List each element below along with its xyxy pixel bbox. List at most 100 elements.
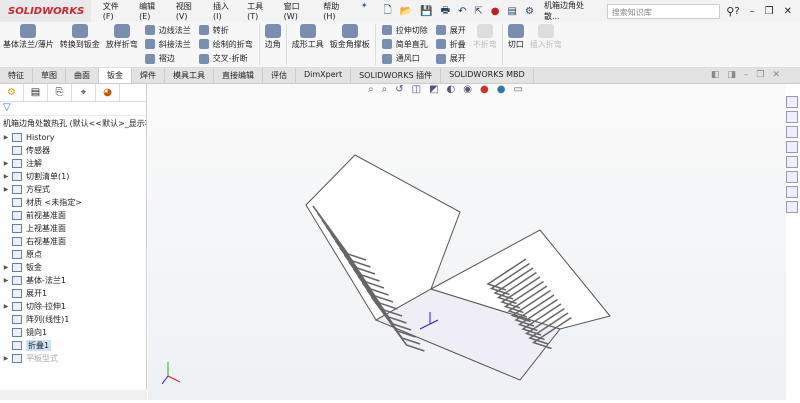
zoom-to-fit-icon[interactable]: ⌕ (368, 84, 374, 95)
tree-item[interactable]: ▶ History (0, 131, 146, 144)
appearances-icon[interactable] (786, 171, 798, 183)
tree-item[interactable]: 前视基准面 (0, 209, 146, 222)
horizontal-scrollbar[interactable] (0, 390, 147, 400)
file-explorer-icon[interactable] (786, 141, 798, 153)
tab-6[interactable]: 直接编辑 (214, 68, 263, 83)
previous-view-icon[interactable]: ↺ (395, 84, 403, 95)
base-flange-button[interactable]: 基体法兰/薄片 (0, 22, 57, 67)
expand-arrow-icon[interactable]: ▶ (0, 160, 12, 167)
jog-button[interactable]: 转折 (198, 24, 253, 36)
forming-tool-button[interactable]: 成形工具 (289, 22, 327, 67)
tab-7[interactable]: 评估 (263, 68, 296, 83)
expand-arrow-icon[interactable]: ▶ (0, 277, 12, 284)
tab-0[interactable]: 特征 (0, 68, 33, 83)
home-icon[interactable] (786, 96, 798, 108)
print-icon[interactable]: 🖶 (441, 3, 450, 20)
dimxpert-manager-tab-icon[interactable]: ⌖ (72, 84, 96, 101)
menu-tools[interactable]: 工具(T) (247, 1, 274, 21)
expand-arrow-icon[interactable]: ▶ (0, 173, 12, 180)
viewport-icon[interactable]: ◨ (727, 70, 736, 80)
scene-icon[interactable]: ● (497, 84, 506, 95)
tree-item[interactable]: ▶ 平板型式 (0, 352, 146, 365)
part-model[interactable] (148, 84, 786, 400)
close-icon[interactable]: ✕ (784, 6, 792, 17)
undo-icon[interactable]: ↶ (458, 6, 466, 17)
section-view-icon[interactable]: ◫ (412, 84, 421, 95)
tree-item[interactable]: ▶ 基体-法兰1 (0, 274, 146, 287)
insert-bends-button[interactable]: 插入折弯 (527, 22, 565, 67)
save-icon[interactable]: 💾 (420, 6, 432, 17)
convert-to-sheet-metal-button[interactable]: 转换到钣金 (57, 22, 103, 67)
tree-item[interactable]: 阵列(线性)1 (0, 313, 146, 326)
expand-arrow-icon[interactable]: ▶ (0, 264, 12, 271)
restore-icon[interactable]: ❐ (765, 6, 774, 17)
sketched-bend-button[interactable]: 绘制的折弯 (198, 38, 253, 50)
rip-button[interactable]: 切口 (505, 22, 527, 67)
display-style-icon[interactable]: ◐ (447, 84, 456, 95)
flatten-button[interactable]: 展开 (435, 53, 466, 65)
tab-1[interactable]: 草图 (33, 68, 66, 83)
tree-root-part[interactable]: 机箱边角处散热孔 (默认<<默认>_显示状 (0, 116, 146, 131)
expand-arrow-icon[interactable]: ▶ (0, 303, 12, 310)
menu-file[interactable]: 文件(F) (103, 1, 129, 21)
zoom-area-icon[interactable]: ⌕ (382, 84, 388, 95)
menu-insert[interactable]: 插入(I) (213, 1, 237, 21)
unfold-button[interactable]: 展开 (435, 24, 466, 36)
tree-item[interactable]: 原点 (0, 248, 146, 261)
options-gear-icon[interactable]: ⚙ (525, 6, 534, 17)
tab-9[interactable]: SOLIDWORKS 插件 (351, 68, 442, 83)
view-orientation-icon[interactable]: ◩ (429, 84, 438, 95)
view-palette-icon[interactable] (786, 156, 798, 168)
menu-help[interactable]: 帮助(H) (323, 1, 351, 21)
graphics-area[interactable]: ◧ ◨ – ❐ ✕ ⌕ ⌕ ↺ ◫ ◩ ◐ ◉ ● ● ▭ (148, 70, 786, 400)
tree-item[interactable]: 上视基准面 (0, 222, 146, 235)
fold-button[interactable]: 折叠 (435, 38, 466, 50)
tree-item[interactable]: ▶ 钣金 (0, 261, 146, 274)
select-icon[interactable]: ⇱ (474, 6, 482, 17)
tab-3[interactable]: 钣金 (99, 68, 132, 83)
restore-icon[interactable]: ❐ (756, 70, 764, 80)
viewport-icon[interactable]: ◧ (711, 70, 720, 80)
help-icon[interactable]: ? (734, 6, 739, 17)
search-icon[interactable]: ⚲ (726, 5, 734, 18)
tree-item[interactable]: 材质 <未指定> (0, 196, 146, 209)
extruded-cut-button[interactable]: 拉伸切除 (381, 24, 428, 36)
appearance-icon[interactable]: ● (480, 84, 489, 95)
minimize-icon[interactable]: – (744, 70, 749, 80)
property-manager-tab-icon[interactable]: ▤ (24, 84, 48, 101)
tab-2[interactable]: 曲面 (66, 68, 99, 83)
expand-arrow-icon[interactable]: ▶ (0, 355, 12, 362)
menu-window[interactable]: 窗口(W) (284, 1, 314, 21)
vent-button[interactable]: 通风口 (381, 53, 428, 65)
expand-arrow-icon[interactable]: ▶ (0, 134, 12, 141)
expand-arrow-icon[interactable]: ▶ (0, 186, 12, 193)
no-bends-button[interactable]: 不折弯 (470, 22, 500, 67)
display-manager-tab-icon[interactable]: ◕ (96, 84, 120, 101)
tree-item[interactable]: 折叠1 (0, 339, 146, 352)
close-icon[interactable]: ✕ (772, 70, 780, 80)
tree-item[interactable]: 镜向1 (0, 326, 146, 339)
lofted-bend-button[interactable]: 放样折弯 (103, 22, 141, 67)
menu-view[interactable]: 视图(V) (176, 1, 203, 21)
tab-5[interactable]: 模具工具 (165, 68, 214, 83)
tree-item[interactable]: 展开1 (0, 287, 146, 300)
simple-hole-button[interactable]: 简单直孔 (381, 38, 428, 50)
tree-item[interactable]: ▶ 切除-拉伸1 (0, 300, 146, 313)
file-properties-icon[interactable]: ▤ (508, 6, 517, 17)
design-library-icon[interactable] (786, 126, 798, 138)
custom-properties-icon[interactable] (786, 186, 798, 198)
rebuild-icon[interactable]: ● (491, 6, 500, 17)
view-settings-icon[interactable]: ▭ (513, 84, 522, 95)
tree-item[interactable]: ▶ 方程式 (0, 183, 146, 196)
pin-icon[interactable]: ✦ (361, 1, 368, 21)
search-input[interactable]: 搜索知识库 (606, 3, 721, 19)
corners-button[interactable]: 边角 (262, 22, 284, 67)
hide-show-icon[interactable]: ◉ (463, 84, 472, 95)
minimize-icon[interactable]: – (750, 6, 755, 17)
resources-icon[interactable] (786, 111, 798, 123)
configuration-manager-tab-icon[interactable]: ⎘ (48, 84, 72, 101)
cross-break-button[interactable]: 交叉-折断 (198, 53, 253, 65)
tree-item[interactable]: ▶ 注解 (0, 157, 146, 170)
new-icon[interactable]: 🗋 (384, 3, 392, 20)
edge-flange-button[interactable]: 边线法兰 (144, 24, 191, 36)
